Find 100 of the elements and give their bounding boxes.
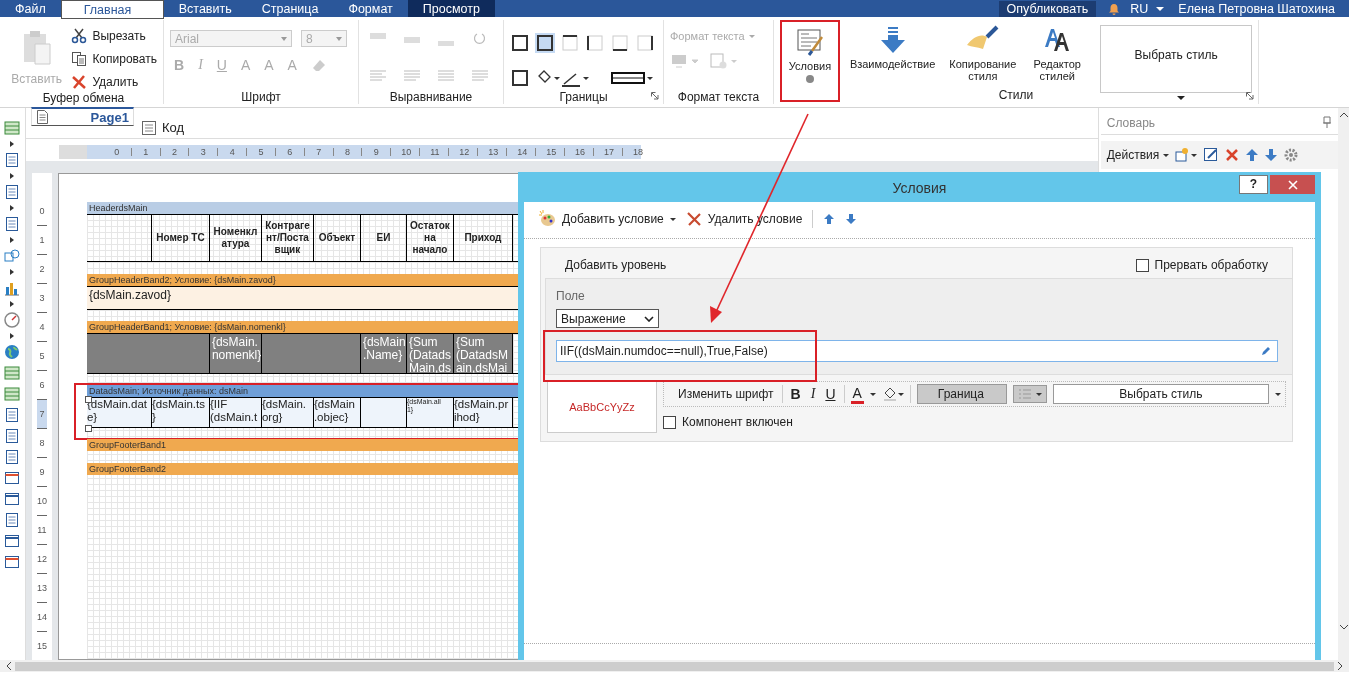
list-style-dropdown[interactable]	[1012, 385, 1047, 403]
caret-icon[interactable]	[869, 392, 876, 396]
font-color-button[interactable]: A	[850, 384, 864, 404]
publish-button[interactable]: Опубликовать	[998, 0, 1097, 17]
bold-button[interactable]: B	[788, 385, 803, 403]
component-icon[interactable]	[4, 428, 21, 444]
caret-icon[interactable]	[1156, 6, 1165, 11]
component-icon[interactable]	[4, 533, 21, 549]
component-icon[interactable]	[4, 512, 21, 528]
report-cell[interactable]: Остаток на начало	[406, 215, 454, 261]
interaction-button[interactable]: Взаимодействие	[847, 20, 938, 74]
border-icon[interactable]	[585, 32, 605, 53]
component-icon[interactable]	[4, 365, 21, 381]
menu-tab[interactable]: Файл	[0, 0, 61, 17]
menu-tab[interactable]: Просмотр	[407, 0, 495, 17]
report-cell[interactable]: {dsMain.ts }	[151, 398, 210, 427]
pin-icon[interactable]	[1322, 116, 1333, 128]
change-font-button[interactable]: Изменить шрифт	[676, 386, 776, 402]
italic-button[interactable]: I	[808, 385, 818, 403]
close-button[interactable]	[1270, 175, 1315, 194]
up-arrow-icon[interactable]	[823, 213, 836, 225]
report-cell[interactable]: Приход	[453, 215, 513, 261]
user-name[interactable]: Елена Петровна Шатохина	[1178, 1, 1335, 16]
actions-dropdown[interactable]: Действия	[1106, 148, 1170, 162]
field-type-select[interactable]: Выражение	[556, 309, 659, 328]
component-icon[interactable]	[4, 152, 21, 168]
copy-style-button[interactable]: Копирование стиля	[945, 20, 1021, 86]
expand-arrow-icon[interactable]	[10, 269, 15, 275]
border-dropdown[interactable]: Граница	[916, 384, 1007, 404]
report-cell[interactable]: {IIF (dsMain.t	[209, 398, 262, 427]
delete-button[interactable]: Удалить	[71, 72, 157, 91]
cut-button[interactable]: Вырезать	[71, 26, 157, 45]
style-select[interactable]: Выбрать стиль	[1052, 384, 1269, 404]
menu-tab[interactable]: Страница	[246, 0, 334, 17]
shapes-icon[interactable]	[4, 248, 21, 264]
component-icon[interactable]	[4, 449, 21, 465]
help-button[interactable]: ?	[1239, 175, 1268, 194]
designer-tab[interactable]: Page1	[30, 107, 134, 126]
pencil-icon[interactable]	[1261, 346, 1271, 356]
component-icon[interactable]	[4, 554, 21, 570]
scroll-right-icon[interactable]	[1338, 662, 1343, 670]
up-arrow-icon[interactable]	[1245, 148, 1260, 162]
selection-handle[interactable]	[84, 425, 92, 432]
edit-icon[interactable]	[1203, 147, 1220, 163]
down-arrow-icon[interactable]	[1264, 148, 1279, 162]
report-cell[interactable]: {Sum (DatadsM ain,dsMai	[453, 334, 513, 373]
delete-icon[interactable]	[1224, 147, 1241, 163]
break-processing-checkbox[interactable]: Прервать обработку	[1135, 258, 1268, 272]
down-arrow-icon[interactable]	[845, 213, 858, 225]
report-cell[interactable]: Объект	[313, 215, 361, 261]
border-icon[interactable]	[635, 32, 655, 53]
globe-icon[interactable]	[4, 344, 21, 360]
caret-icon[interactable]	[1177, 96, 1186, 100]
gauge-icon[interactable]	[4, 312, 21, 328]
style-editor-button[interactable]: Редактор стилей	[1028, 20, 1087, 86]
underline-button[interactable]: U	[823, 385, 838, 403]
report-cell[interactable]: ЕИ	[360, 215, 407, 261]
horizontal-scrollbar[interactable]	[0, 660, 1349, 672]
component-icon[interactable]	[4, 407, 21, 423]
expand-arrow-icon[interactable]	[10, 237, 15, 243]
add-condition-button[interactable]: Добавить условие	[538, 210, 676, 228]
report-cell[interactable]: {dsMain .Name}	[360, 334, 407, 373]
expand-arrow-icon[interactable]	[10, 301, 15, 307]
scroll-up-icon[interactable]	[1339, 112, 1348, 117]
menu-tab[interactable]: Главная	[60, 0, 164, 19]
report-cell[interactable]: {dsMain.pr ihod}	[453, 398, 513, 427]
border-icon[interactable]	[535, 32, 555, 53]
report-cell[interactable]: {Sum (Datads Main,ds	[406, 334, 454, 373]
expand-arrow-icon[interactable]	[10, 205, 15, 211]
menu-tab[interactable]: Вставить	[163, 0, 247, 17]
expand-arrow-icon[interactable]	[10, 333, 15, 339]
dialog-launcher-icon[interactable]	[1246, 92, 1254, 100]
component-icon[interactable]	[4, 470, 21, 486]
report-cell[interactable]: Номер ТС	[151, 215, 210, 261]
expand-arrow-icon[interactable]	[10, 173, 15, 179]
scroll-down-icon[interactable]	[1339, 625, 1348, 630]
copy-button[interactable]: Копировать	[71, 49, 157, 68]
dialog-launcher-icon[interactable]	[651, 92, 659, 100]
settings-icon[interactable]	[1283, 147, 1300, 163]
border-icon[interactable]	[510, 32, 530, 53]
fill-color-icon[interactable]	[881, 386, 904, 402]
designer-tab[interactable]: Код	[133, 117, 193, 138]
report-cell[interactable]: Номенкл атура	[209, 215, 262, 261]
expression-field[interactable]: IIF((dsMain.numdoc==null),True,False)	[556, 340, 1278, 362]
report-cell[interactable]: {dsMain. nomenkl}	[209, 334, 262, 373]
chart-icon[interactable]	[4, 280, 21, 296]
menu-tab[interactable]: Формат	[333, 0, 408, 17]
report-cell[interactable]: {dsMain. org}	[261, 398, 314, 427]
component-icon[interactable]	[4, 120, 21, 136]
component-enabled-checkbox[interactable]: Компонент включен	[663, 415, 1286, 429]
component-icon[interactable]	[4, 491, 21, 507]
scroll-left-icon[interactable]	[6, 662, 11, 670]
component-icon[interactable]	[4, 216, 21, 232]
border-icon[interactable]	[610, 32, 630, 53]
border-icon[interactable]	[510, 67, 530, 88]
new-item-icon[interactable]	[1174, 147, 1199, 163]
report-cell[interactable]: {dsMain.dat e}	[86, 398, 152, 427]
component-icon[interactable]	[4, 184, 21, 200]
add-level-button[interactable]: Добавить уровень	[565, 258, 667, 272]
language-selector[interactable]: RU	[1130, 1, 1149, 16]
